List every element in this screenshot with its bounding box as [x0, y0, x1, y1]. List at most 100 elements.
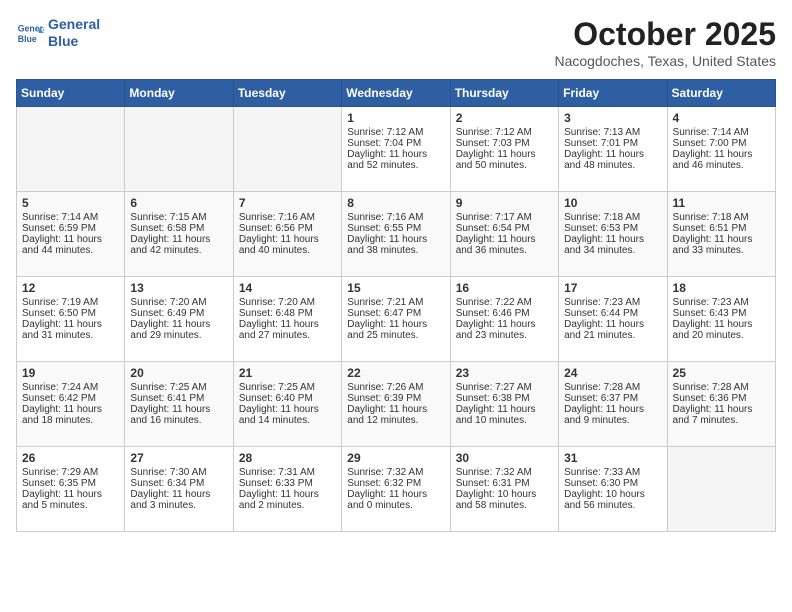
day-number: 30 — [456, 451, 553, 465]
sunset-text: Sunset: 6:53 PM — [564, 223, 661, 234]
sunrise-text: Sunrise: 7:16 AM — [347, 212, 444, 223]
calendar-week-2: 5Sunrise: 7:14 AMSunset: 6:59 PMDaylight… — [17, 192, 776, 277]
calendar-cell: 24Sunrise: 7:28 AMSunset: 6:37 PMDayligh… — [559, 362, 667, 447]
daylight-text: Daylight: 11 hours and 3 minutes. — [130, 489, 227, 511]
calendar-cell: 12Sunrise: 7:19 AMSunset: 6:50 PMDayligh… — [17, 277, 125, 362]
calendar-cell: 8Sunrise: 7:16 AMSunset: 6:55 PMDaylight… — [342, 192, 450, 277]
daylight-text: Daylight: 11 hours and 20 minutes. — [673, 319, 770, 341]
calendar-table: SundayMondayTuesdayWednesdayThursdayFrid… — [16, 79, 776, 532]
sunrise-text: Sunrise: 7:12 AM — [347, 127, 444, 138]
calendar-header-tuesday: Tuesday — [233, 80, 341, 107]
sunrise-text: Sunrise: 7:30 AM — [130, 467, 227, 478]
location-text: Nacogdoches, Texas, United States — [554, 53, 776, 69]
sunset-text: Sunset: 6:59 PM — [22, 223, 119, 234]
day-number: 9 — [456, 196, 553, 210]
sunset-text: Sunset: 6:30 PM — [564, 478, 661, 489]
calendar-cell: 25Sunrise: 7:28 AMSunset: 6:36 PMDayligh… — [667, 362, 775, 447]
calendar-cell: 10Sunrise: 7:18 AMSunset: 6:53 PMDayligh… — [559, 192, 667, 277]
calendar-cell: 11Sunrise: 7:18 AMSunset: 6:51 PMDayligh… — [667, 192, 775, 277]
sunset-text: Sunset: 6:46 PM — [456, 308, 553, 319]
day-number: 19 — [22, 366, 119, 380]
calendar-cell: 17Sunrise: 7:23 AMSunset: 6:44 PMDayligh… — [559, 277, 667, 362]
sunset-text: Sunset: 7:01 PM — [564, 138, 661, 149]
day-number: 29 — [347, 451, 444, 465]
sunset-text: Sunset: 6:54 PM — [456, 223, 553, 234]
day-number: 25 — [673, 366, 770, 380]
day-number: 7 — [239, 196, 336, 210]
calendar-cell: 13Sunrise: 7:20 AMSunset: 6:49 PMDayligh… — [125, 277, 233, 362]
daylight-text: Daylight: 11 hours and 0 minutes. — [347, 489, 444, 511]
sunset-text: Sunset: 6:41 PM — [130, 393, 227, 404]
logo: General Blue General Blue — [16, 16, 100, 50]
day-number: 12 — [22, 281, 119, 295]
sunset-text: Sunset: 6:36 PM — [673, 393, 770, 404]
sunrise-text: Sunrise: 7:14 AM — [22, 212, 119, 223]
calendar-week-3: 12Sunrise: 7:19 AMSunset: 6:50 PMDayligh… — [17, 277, 776, 362]
sunset-text: Sunset: 6:47 PM — [347, 308, 444, 319]
calendar-cell: 16Sunrise: 7:22 AMSunset: 6:46 PMDayligh… — [450, 277, 558, 362]
calendar-week-5: 26Sunrise: 7:29 AMSunset: 6:35 PMDayligh… — [17, 447, 776, 532]
calendar-cell: 20 Sunrise: 7:25 AMSunset: 6:41 PMDayligh… — [125, 362, 233, 447]
sunrise-text: Sunrise: 7:29 AM — [22, 467, 119, 478]
calendar-cell: 30Sunrise: 7:32 AMSunset: 6:31 PMDayligh… — [450, 447, 558, 532]
calendar-cell: 1Sunrise: 7:12 AMSunset: 7:04 PMDaylight… — [342, 107, 450, 192]
day-number: 14 — [239, 281, 336, 295]
sunrise-text: Sunrise: 7:23 AM — [673, 297, 770, 308]
calendar-cell — [233, 107, 341, 192]
sunrise-text: Sunrise: 7:15 AM — [130, 212, 227, 223]
sunrise-text: Sunrise: 7:28 AM — [564, 382, 661, 393]
calendar-header-saturday: Saturday — [667, 80, 775, 107]
sunset-text: Sunset: 6:55 PM — [347, 223, 444, 234]
title-block: October 2025 Nacogdoches, Texas, United … — [554, 16, 776, 69]
sunset-text: Sunset: 6:31 PM — [456, 478, 553, 489]
day-number: 20 — [130, 366, 227, 380]
sunrise-text: Sunrise: 7:32 AM — [456, 467, 553, 478]
daylight-text: Daylight: 11 hours and 10 minutes. — [456, 404, 553, 426]
sunrise-text: Sunrise: 7:18 AM — [564, 212, 661, 223]
sunset-text: Sunset: 6:42 PM — [22, 393, 119, 404]
calendar-cell: 4Sunrise: 7:14 AMSunset: 7:00 PMDaylight… — [667, 107, 775, 192]
daylight-text: Daylight: 11 hours and 14 minutes. — [239, 404, 336, 426]
day-number: 1 — [347, 111, 444, 125]
calendar-cell: 31Sunrise: 7:33 AMSunset: 6:30 PMDayligh… — [559, 447, 667, 532]
daylight-text: Daylight: 11 hours and 48 minutes. — [564, 149, 661, 171]
sunrise-text: Sunrise: 7:24 AM — [22, 382, 119, 393]
daylight-text: Daylight: 11 hours and 34 minutes. — [564, 234, 661, 256]
calendar-cell: 9Sunrise: 7:17 AMSunset: 6:54 PMDaylight… — [450, 192, 558, 277]
sunrise-text: Sunrise: 7:25 AM — [130, 382, 227, 393]
daylight-text: Daylight: 11 hours and 7 minutes. — [673, 404, 770, 426]
daylight-text: Daylight: 11 hours and 38 minutes. — [347, 234, 444, 256]
sunrise-text: Sunrise: 7:32 AM — [347, 467, 444, 478]
month-title: October 2025 — [554, 16, 776, 53]
daylight-text: Daylight: 11 hours and 16 minutes. — [130, 404, 227, 426]
sunrise-text: Sunrise: 7:14 AM — [673, 127, 770, 138]
daylight-text: Daylight: 11 hours and 42 minutes. — [130, 234, 227, 256]
calendar-header-friday: Friday — [559, 80, 667, 107]
daylight-text: Daylight: 11 hours and 50 minutes. — [456, 149, 553, 171]
page-header: General Blue General Blue October 2025 N… — [16, 16, 776, 69]
calendar-cell: 3Sunrise: 7:13 AMSunset: 7:01 PMDaylight… — [559, 107, 667, 192]
daylight-text: Daylight: 11 hours and 23 minutes. — [456, 319, 553, 341]
sunset-text: Sunset: 6:48 PM — [239, 308, 336, 319]
calendar-week-4: 19 Sunrise: 7:24 AMSunset: 6:42 PM Dayligh… — [17, 362, 776, 447]
sunrise-text: Sunrise: 7:31 AM — [239, 467, 336, 478]
sunset-text: Sunset: 7:00 PM — [673, 138, 770, 149]
day-number: 18 — [673, 281, 770, 295]
calendar-header-thursday: Thursday — [450, 80, 558, 107]
sunrise-text: Sunrise: 7:21 AM — [347, 297, 444, 308]
day-number: 6 — [130, 196, 227, 210]
calendar-header-monday: Monday — [125, 80, 233, 107]
calendar-cell — [17, 107, 125, 192]
calendar-cell: 26Sunrise: 7:29 AMSunset: 6:35 PMDayligh… — [17, 447, 125, 532]
sunset-text: Sunset: 7:03 PM — [456, 138, 553, 149]
calendar-cell: 23Sunrise: 7:27 AMSunset: 6:38 PMDayligh… — [450, 362, 558, 447]
daylight-text: Daylight: 11 hours and 12 minutes. — [347, 404, 444, 426]
day-number: 2 — [456, 111, 553, 125]
daylight-text: Daylight: 11 hours and 40 minutes. — [239, 234, 336, 256]
daylight-text: Daylight: 11 hours and 27 minutes. — [239, 319, 336, 341]
daylight-text: Daylight: 11 hours and 33 minutes. — [673, 234, 770, 256]
sunset-text: Sunset: 6:35 PM — [22, 478, 119, 489]
calendar-cell — [125, 107, 233, 192]
daylight-text: Daylight: 11 hours and 31 minutes. — [22, 319, 119, 341]
sunrise-text: Sunrise: 7:17 AM — [456, 212, 553, 223]
